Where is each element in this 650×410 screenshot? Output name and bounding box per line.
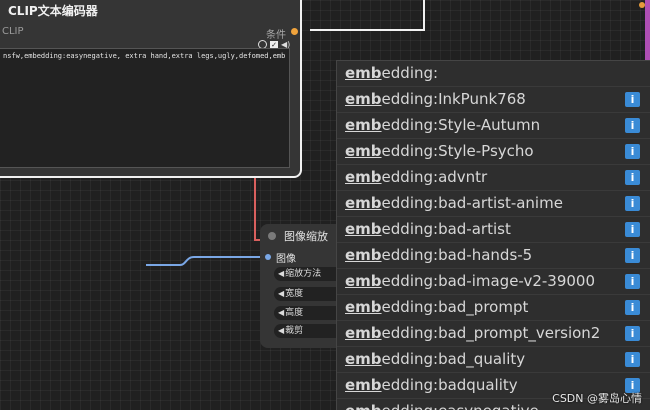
info-icon[interactable]: i [625,274,640,289]
autocomplete-item[interactable]: embedding:InkPunk768 i [337,87,650,113]
autocomplete-item-rest: edding: [381,64,439,82]
autocomplete-item-label: embedding:easynegative [345,402,539,410]
autocomplete-match-prefix: emb [345,64,382,82]
autocomplete-item-label: embedding:bad-artist-anime [345,194,563,212]
autocomplete-item-label: embedding:bad-image-v2-39000 [345,272,595,290]
autocomplete-item-rest: edding:bad-artist [381,220,511,238]
node-title: CLIP文本编码器 [8,4,98,18]
autocomplete-item[interactable]: embedding:bad-artist-anime i [337,191,650,217]
autocomplete-item-rest: edding:advntr [381,168,488,186]
autocomplete-item[interactable]: embedding:bad-image-v2-39000 i [337,269,650,295]
conditioning-output-label: 条件 [266,30,286,41]
autocomplete-item-rest: edding:bad_prompt [381,298,529,316]
autocomplete-item[interactable]: embedding: [337,61,650,87]
arrow-left-icon[interactable]: ◀ [278,269,284,278]
autocomplete-item[interactable]: embedding:bad_prompt i [337,295,650,321]
info-icon[interactable]: i [625,300,640,315]
autocomplete-item-rest: edding:InkPunk768 [381,90,526,108]
autocomplete-item-rest: edding:easynegative [382,402,539,410]
autocomplete-match-prefix: emb [345,116,382,134]
autocomplete-match-prefix: emb [345,324,382,342]
info-icon[interactable]: i [625,118,640,133]
autocomplete-match-prefix: emb [345,350,382,368]
arrow-left-icon[interactable]: ◀ [278,308,284,317]
info-icon[interactable]: i [625,248,640,263]
autocomplete-match-prefix: emb [345,246,382,264]
autocomplete-item-rest: edding:bad-artist-anime [381,194,563,212]
autocomplete-item-label: embedding: [345,64,438,82]
autocomplete-item-rest: edding:bad-image-v2-39000 [381,272,595,290]
collapse-dot-icon[interactable] [268,232,276,240]
info-icon[interactable]: i [625,326,640,341]
autocomplete-match-prefix: emb [345,168,382,186]
autocomplete-match-prefix: emb [345,220,382,238]
conditioning-output-slot[interactable] [291,28,298,35]
autocomplete-item[interactable]: embedding:Style-Psycho i [337,139,650,165]
autocomplete-match-prefix: emb [345,298,382,316]
autocomplete-item-rest: edding:Style-Autumn [381,116,541,134]
autocomplete-item-label: embedding:Style-Autumn [345,116,540,134]
autocomplete-item-label: embedding:bad_prompt [345,298,528,316]
autocomplete-match-prefix: emb [345,376,382,394]
autocomplete-match-prefix: emb [345,142,382,160]
autocomplete-item-rest: edding:badquality [381,376,518,394]
autocomplete-item-rest: edding:bad_prompt_version2 [381,324,601,342]
autocomplete-item[interactable]: embedding:bad-hands-5 i [337,243,650,269]
autocomplete-item-label: embedding:bad_quality [345,350,525,368]
info-icon[interactable]: i [625,222,640,237]
autocomplete-item-label: embedding:Style-Psycho [345,142,534,160]
clip-input-label: CLIP [2,26,24,37]
watermark: CSDN @雾岛心情 [552,392,642,405]
arrow-left-icon[interactable]: ◀ [278,326,284,335]
node-title: 图像缩放 [284,230,328,243]
image-input-label: 图像 [276,254,296,265]
autocomplete-item-label: embedding:bad-artist [345,220,511,238]
clip-text-encode-node[interactable]: CLIP文本编码器 CLIP 条件 ✓ ◀) nsfw,embedding:ea… [0,0,302,178]
autocomplete-match-prefix: emb [345,272,382,290]
autocomplete-item[interactable]: embedding:bad-artist i [337,217,650,243]
autocomplete-match-prefix: emb [345,90,382,108]
autocomplete-item-label: embedding:advntr [345,168,487,186]
autocomplete-item-rest: edding:bad_quality [381,350,526,368]
autocomplete-item-label: embedding:bad_prompt_version2 [345,324,600,342]
info-icon[interactable]: i [625,92,640,107]
autocomplete-item[interactable]: embedding:bad_quality i [337,347,650,373]
autocomplete-item[interactable]: embedding:advntr i [337,165,650,191]
info-icon[interactable]: i [625,352,640,367]
autocomplete-item-rest: edding:bad-hands-5 [381,246,533,264]
info-icon[interactable]: i [625,170,640,185]
autocomplete-item-label: embedding:badquality [345,376,518,394]
autocomplete-item[interactable]: embedding:Style-Autumn i [337,113,650,139]
autocomplete-item-label: embedding:bad-hands-5 [345,246,532,264]
embedding-autocomplete-list[interactable]: embedding: embedding:InkPunk768 i embedding… [336,60,650,410]
arrow-left-icon[interactable]: ◀ [278,289,284,298]
info-icon[interactable]: i [625,144,640,159]
info-icon[interactable]: i [625,196,640,211]
autocomplete-match-prefix: emb [345,402,382,410]
autocomplete-match-prefix: emb [345,194,382,212]
prompt-textarea[interactable]: nsfw,embedding:easynegative, extra hand,… [0,48,290,168]
image-input-slot[interactable] [265,254,271,260]
autocomplete-item[interactable]: embedding:bad_prompt_version2 i [337,321,650,347]
autocomplete-item-label: embedding:InkPunk768 [345,90,526,108]
autocomplete-item-rest: edding:Style-Psycho [381,142,534,160]
